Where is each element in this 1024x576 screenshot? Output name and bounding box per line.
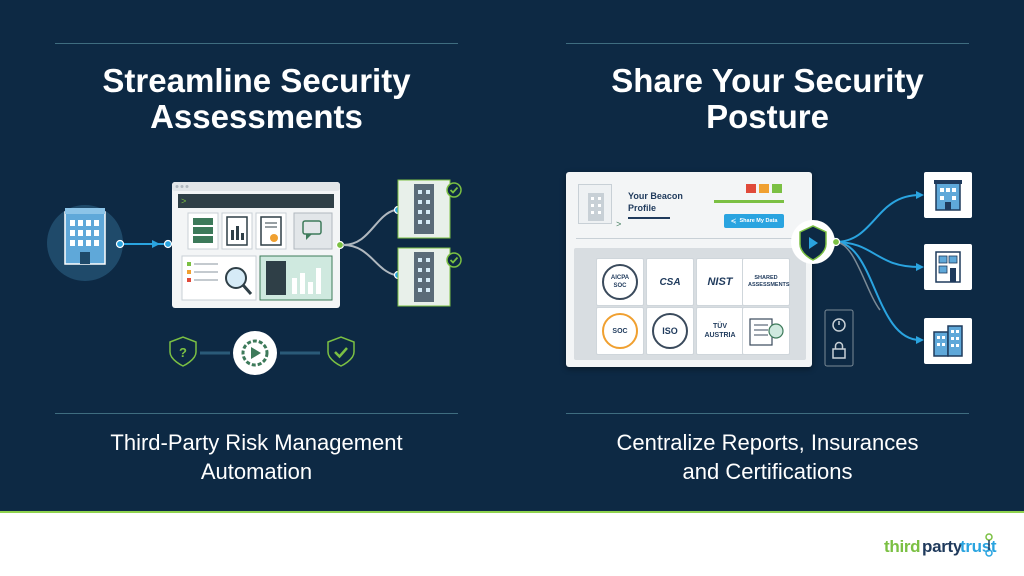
lock-icon	[832, 341, 846, 359]
profile-building-icon	[578, 184, 612, 224]
profile-divider	[576, 238, 802, 239]
left-heading-line2: Assessments	[150, 98, 363, 135]
footer: third party trust	[0, 513, 1024, 576]
badge-aicpa-soc: AICPA SOC	[596, 258, 644, 306]
destination-building-1	[924, 172, 972, 218]
profile-title-underline	[628, 217, 670, 219]
left-top-rule	[55, 43, 458, 44]
building-icon	[414, 252, 434, 302]
brand-logo[interactable]: third party trust	[884, 533, 997, 559]
document-icon	[226, 216, 248, 246]
badge-csa: CSA	[646, 258, 694, 306]
checkmark-icon	[327, 336, 355, 367]
svg-text:?: ?	[179, 345, 187, 360]
destination-building-3	[924, 318, 972, 364]
progress-bar	[714, 200, 784, 203]
network-icon	[985, 533, 993, 557]
left-heading: Streamline Security Assessments	[55, 63, 458, 135]
building-icon	[934, 180, 962, 211]
slide: Streamline Security Assessments > ? Thir…	[0, 0, 1024, 576]
profile-title-line1: Your Beacon	[628, 191, 683, 201]
left-caption-line1: Third-Party Risk Management	[110, 430, 403, 455]
right-caption: Centralize Reports, Insurances and Certi…	[566, 428, 969, 486]
building-icon	[414, 184, 434, 234]
left-caption-line2: Automation	[200, 459, 313, 484]
logo-text-third: third	[884, 537, 921, 556]
svg-text:>: >	[181, 197, 186, 207]
timer-icon	[832, 318, 846, 332]
certificate-icon	[260, 216, 282, 246]
right-caption-line1: Centralize Reports, Insurances	[616, 430, 919, 455]
right-heading-line2: Posture	[706, 98, 829, 135]
badge-tuv-austria: TÜV AUSTRIA	[696, 307, 744, 355]
share-icon: ≼	[730, 218, 737, 225]
right-bottom-rule	[566, 413, 969, 414]
question-icon: ?	[169, 336, 197, 367]
right-caption-line2: and Certifications	[682, 459, 853, 484]
share-button-label: Share My Data	[739, 218, 778, 224]
destination-building-2	[924, 244, 972, 290]
server-icon	[193, 218, 213, 243]
building-icon	[935, 251, 961, 283]
share-my-data-button[interactable]: ≼ Share My Data	[724, 214, 784, 228]
status-orange	[759, 184, 769, 193]
badge-soc: SOC	[596, 307, 644, 355]
shield-icon	[791, 220, 835, 264]
left-bottom-rule	[55, 413, 458, 414]
badge-nist: NIST	[696, 258, 744, 306]
building-icon	[933, 325, 963, 357]
left-heading-line1: Streamline Security	[102, 62, 411, 99]
logo-text-party: party	[922, 537, 963, 556]
left-illustration: > ?	[40, 170, 480, 390]
status-red	[746, 184, 756, 193]
dark-panel: Streamline Security Assessments > ? Thir…	[0, 0, 1024, 511]
profile-title-line2: Profile	[628, 203, 657, 213]
status-dots	[746, 184, 782, 193]
workflow-diagram: > ?	[47, 179, 462, 375]
building-icon	[64, 208, 106, 265]
profile-title: Your Beacon Profile	[628, 190, 683, 214]
left-caption: Third-Party Risk Management Automation	[55, 428, 458, 486]
profile-prompt-icon: >	[616, 220, 622, 230]
right-heading: Share Your Security Posture	[566, 63, 969, 135]
badge-iso: ISO	[646, 307, 694, 355]
right-heading-line1: Share Your Security	[611, 62, 924, 99]
right-top-rule	[566, 43, 969, 44]
